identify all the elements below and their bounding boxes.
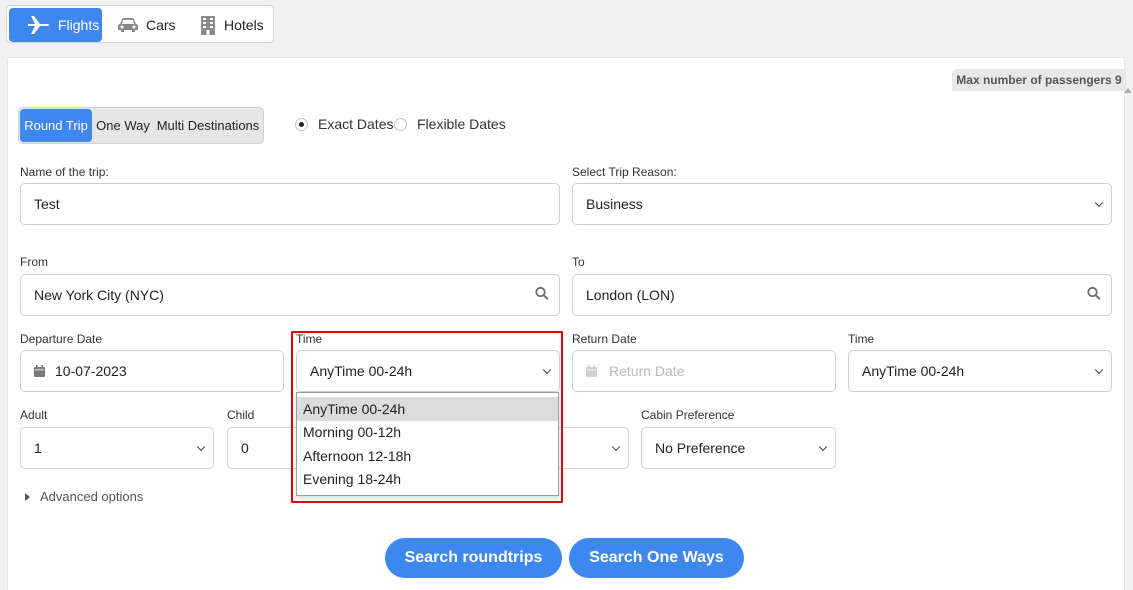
- trip-type-multi-destinations[interactable]: Multi Destinations: [155, 109, 261, 142]
- cabin-preference-select[interactable]: No Preference: [641, 427, 836, 469]
- departure-date-input[interactable]: 10-07-2023: [20, 350, 284, 392]
- tab-hotels-label: Hotels: [224, 17, 264, 33]
- departure-date-value: 10-07-2023: [55, 363, 127, 379]
- building-icon: [199, 15, 217, 35]
- advanced-options-label: Advanced options: [40, 489, 144, 504]
- tab-cars[interactable]: Cars: [117, 8, 187, 42]
- car-icon: [117, 17, 139, 33]
- chevron-down-icon: [196, 442, 206, 452]
- return-date-placeholder: Return Date: [609, 363, 685, 379]
- search-icon: [1087, 286, 1101, 304]
- search-icon: [535, 286, 549, 304]
- adult-select[interactable]: 1: [20, 427, 214, 469]
- trip-reason-label: Select Trip Reason:: [572, 165, 677, 179]
- time-option-anytime[interactable]: AnyTime 00-24h: [297, 397, 558, 421]
- trip-name-input[interactable]: Test: [20, 183, 560, 225]
- max-passengers-badge: Max number of passengers 9: [952, 69, 1126, 91]
- child-label: Child: [227, 408, 255, 422]
- adult-value: 1: [34, 440, 42, 456]
- cabin-preference-value: No Preference: [655, 440, 746, 456]
- from-value: New York City (NYC): [34, 287, 164, 303]
- radio-flexible-dates-label: Flexible Dates: [417, 116, 506, 132]
- trip-name-label: Name of the trip:: [20, 165, 109, 179]
- tab-hotels[interactable]: Hotels: [199, 8, 271, 42]
- time-option-evening[interactable]: Evening 18-24h: [297, 468, 558, 492]
- chevron-down-icon: [611, 442, 621, 452]
- time-option-morning[interactable]: Morning 00-12h: [297, 421, 558, 445]
- chevron-down-icon: [1094, 365, 1104, 375]
- from-label: From: [20, 255, 48, 269]
- trip-reason-value: Business: [586, 196, 643, 212]
- cabin-preference-label: Cabin Preference: [641, 408, 735, 422]
- return-time-label: Time: [848, 332, 875, 346]
- radio-exact-dates-label: Exact Dates: [318, 116, 394, 132]
- radio-flexible-dates[interactable]: Flexible Dates: [394, 116, 506, 132]
- advanced-options-toggle[interactable]: Advanced options: [25, 489, 143, 504]
- from-input[interactable]: New York City (NYC): [20, 274, 560, 316]
- search-one-ways-button[interactable]: Search One Ways: [569, 538, 744, 578]
- return-date-input[interactable]: Return Date: [572, 350, 836, 392]
- tab-flights[interactable]: Flights: [9, 8, 102, 42]
- child-value: 0: [241, 440, 249, 456]
- return-time-select[interactable]: AnyTime 00-24h: [848, 350, 1112, 392]
- radio-exact-dates[interactable]: Exact Dates: [295, 116, 393, 132]
- adult-label: Adult: [20, 408, 48, 422]
- product-tabs: Flights Cars Hotels: [6, 5, 274, 43]
- return-date-label: Return Date: [572, 332, 637, 346]
- return-time-value: AnyTime 00-24h: [862, 363, 965, 379]
- calendar-icon: [34, 365, 45, 377]
- to-input[interactable]: London (LON): [572, 274, 1112, 316]
- trip-type-one-way[interactable]: One Way: [95, 109, 151, 142]
- radio-flexible-dates-indicator: [394, 117, 407, 131]
- search-roundtrips-button[interactable]: Search roundtrips: [385, 538, 562, 578]
- time-dropdown-list: AnyTime 00-24h Morning 00-12h Afternoon …: [296, 392, 559, 496]
- trip-reason-select[interactable]: Business: [572, 183, 1112, 225]
- plane-icon: [27, 15, 51, 35]
- radio-exact-dates-indicator: [295, 117, 308, 131]
- departure-date-label: Departure Date: [20, 332, 103, 346]
- chevron-down-icon: [1094, 198, 1104, 208]
- trip-type-round-trip[interactable]: Round Trip: [20, 109, 92, 142]
- to-value: London (LON): [586, 287, 675, 303]
- tab-cars-label: Cars: [146, 17, 176, 33]
- to-label: To: [572, 255, 585, 269]
- calendar-icon: [586, 365, 597, 377]
- time-option-afternoon[interactable]: Afternoon 12-18h: [297, 444, 558, 468]
- trip-type-selector: Round Trip One Way Multi Destinations: [18, 107, 264, 144]
- trip-name-value: Test: [34, 196, 60, 212]
- chevron-down-icon: [818, 442, 828, 452]
- tab-flights-label: Flights: [58, 17, 100, 33]
- caret-right-icon: [25, 492, 30, 501]
